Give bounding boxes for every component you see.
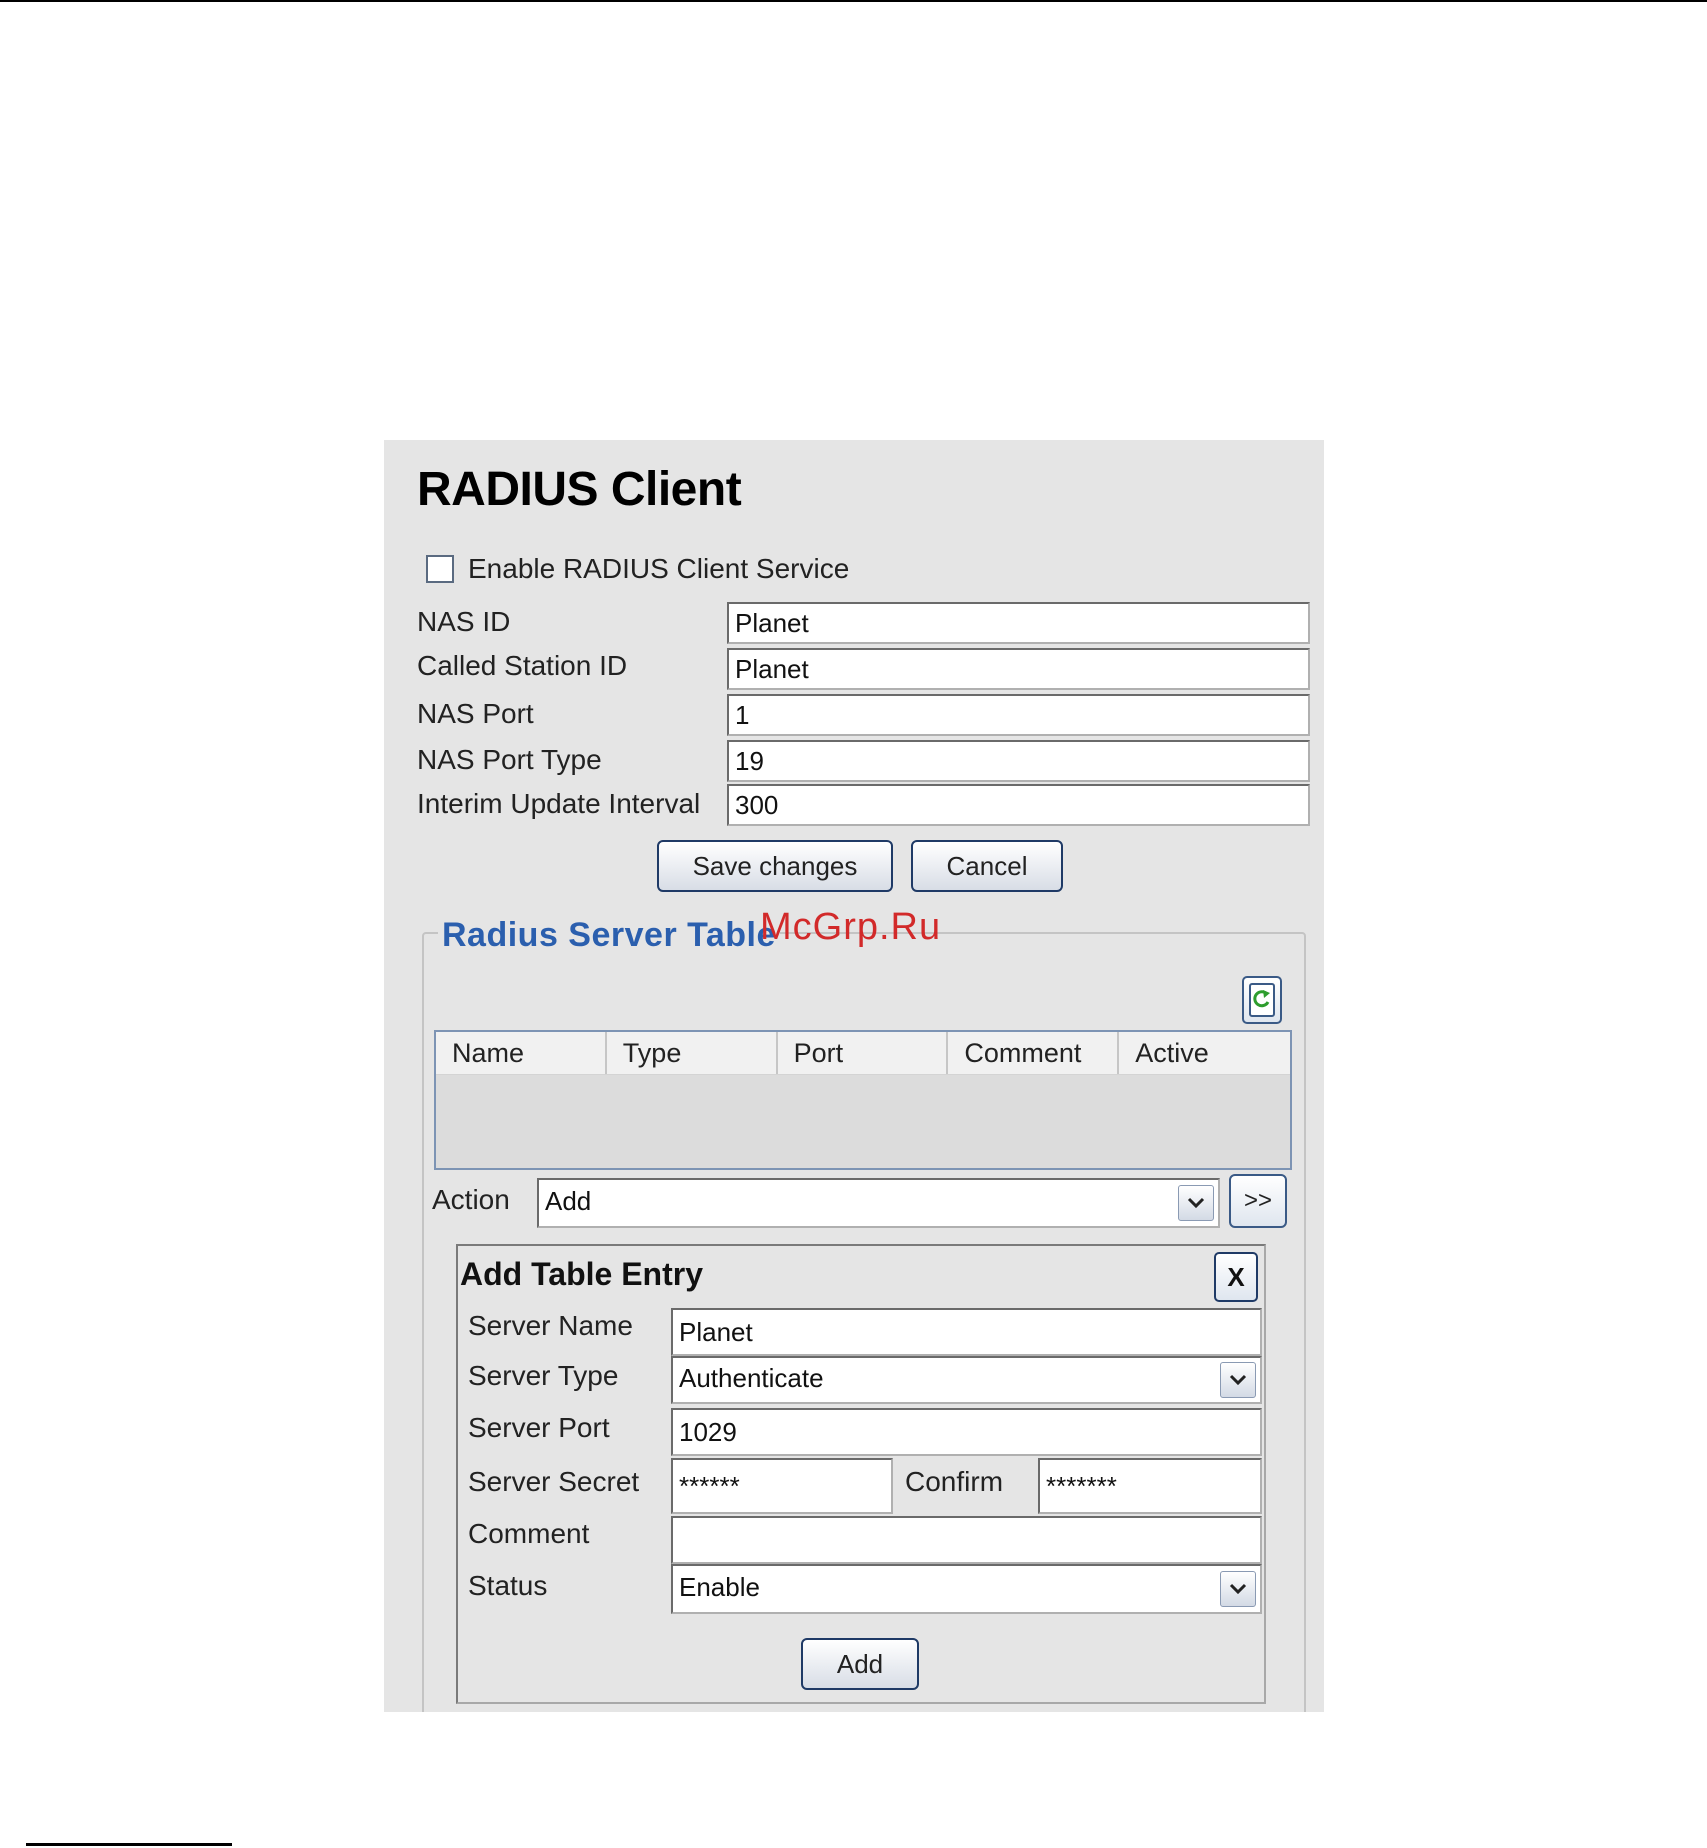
server-type-value: Authenticate [679, 1363, 824, 1393]
confirm-secret-input[interactable] [1038, 1458, 1262, 1514]
interim-update-interval-label: Interim Update Interval [417, 788, 701, 819]
column-header-active[interactable]: Active [1119, 1032, 1290, 1074]
status-label: Status [468, 1570, 548, 1601]
called-station-id-label: Called Station ID [417, 650, 628, 681]
nas-port-label: NAS Port [417, 698, 534, 729]
nas-port-type-label: NAS Port Type [417, 744, 602, 775]
save-changes-button[interactable]: Save changes [657, 840, 893, 892]
chevron-down-icon[interactable] [1178, 1185, 1214, 1221]
column-header-name[interactable]: Name [436, 1032, 607, 1074]
comment-input[interactable] [671, 1516, 1262, 1564]
table-header: Name Type Port Comment Active [436, 1032, 1290, 1075]
server-name-label: Server Name [468, 1310, 633, 1341]
confirm-label: Confirm [905, 1466, 1004, 1497]
radius-server-table-legend: Radius Server Table [438, 916, 780, 955]
nas-id-input[interactable] [727, 602, 1310, 644]
add-table-entry-title: Add Table Entry [460, 1256, 703, 1292]
enable-service-row[interactable]: Enable RADIUS Client Service [426, 552, 849, 586]
column-header-comment[interactable]: Comment [948, 1032, 1120, 1074]
action-select-value: Add [545, 1186, 592, 1216]
page-title: RADIUS Client [417, 463, 742, 516]
server-type-label: Server Type [468, 1360, 619, 1391]
called-station-id-input[interactable] [727, 648, 1310, 690]
comment-label: Comment [468, 1518, 590, 1549]
top-rule [0, 0, 1707, 2]
chevron-down-icon[interactable] [1220, 1571, 1256, 1607]
server-port-input[interactable] [671, 1408, 1262, 1456]
column-header-port[interactable]: Port [778, 1032, 949, 1074]
server-secret-input[interactable] [671, 1458, 893, 1514]
action-label: Action [432, 1184, 510, 1215]
nas-id-label: NAS ID [417, 606, 511, 637]
action-go-button[interactable]: >> [1229, 1174, 1287, 1228]
enable-service-checkbox[interactable] [426, 555, 454, 583]
action-select[interactable]: Add [537, 1178, 1220, 1228]
status-value: Enable [679, 1572, 760, 1602]
refresh-button[interactable] [1242, 976, 1282, 1024]
nas-port-type-input[interactable] [727, 740, 1310, 782]
radius-client-panel: RADIUS Client Enable RADIUS Client Servi… [384, 440, 1324, 1712]
server-secret-label: Server Secret [468, 1466, 640, 1497]
server-name-input[interactable] [671, 1308, 1262, 1356]
nas-port-input[interactable] [727, 694, 1310, 736]
footnote-rule [26, 1843, 232, 1846]
refresh-icon [1249, 983, 1275, 1017]
close-entry-button[interactable]: X [1214, 1252, 1258, 1302]
interim-update-interval-input[interactable] [727, 784, 1310, 826]
server-port-label: Server Port [468, 1412, 610, 1443]
column-header-type[interactable]: Type [607, 1032, 778, 1074]
cancel-button[interactable]: Cancel [911, 840, 1063, 892]
chevron-down-icon[interactable] [1220, 1362, 1256, 1398]
status-select[interactable]: Enable [671, 1564, 1262, 1614]
add-entry-button[interactable]: Add [801, 1638, 919, 1690]
radius-server-table: Name Type Port Comment Active [434, 1030, 1292, 1170]
enable-service-label: Enable RADIUS Client Service [468, 553, 850, 584]
server-type-select[interactable]: Authenticate [671, 1356, 1262, 1404]
